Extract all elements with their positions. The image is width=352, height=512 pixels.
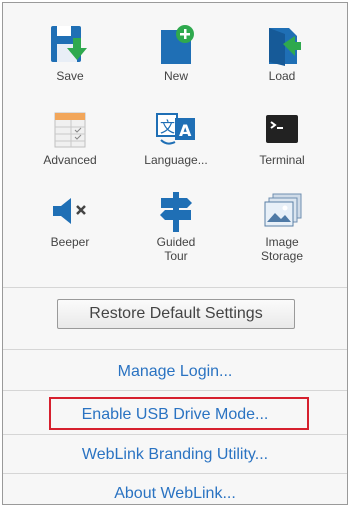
save-icon: [44, 23, 96, 67]
terminal-label: Terminal: [259, 153, 305, 167]
image-storage-tool[interactable]: Image Storage: [237, 189, 327, 269]
save-tool[interactable]: Save: [25, 23, 115, 103]
load-tool[interactable]: Load: [237, 23, 327, 103]
new-label: New: [163, 69, 188, 83]
guided-tour-tool[interactable]: Guided Tour: [131, 189, 221, 269]
manage-login-link[interactable]: Manage Login...: [3, 353, 347, 390]
beeper-tool[interactable]: Beeper: [25, 189, 115, 269]
divider: [3, 434, 347, 435]
load-label: Load: [268, 69, 296, 83]
restore-default-settings-button[interactable]: Restore Default Settings: [57, 299, 295, 329]
divider: [3, 473, 347, 474]
tools-menu-panel: Save New Load Advanced 文 A Language... T…: [2, 2, 348, 505]
language-icon: 文 A: [150, 107, 202, 151]
advanced-label: Advanced: [43, 153, 97, 167]
about-weblink-link[interactable]: About WebLink...: [3, 475, 347, 512]
guided-tour-signpost-icon: [150, 189, 202, 233]
guided-tour-label: Guided Tour: [156, 235, 196, 263]
image-storage-icon: [256, 189, 308, 233]
divider: [3, 390, 347, 391]
language-tool[interactable]: 文 A Language...: [131, 107, 221, 187]
restore-section: Restore Default Settings: [3, 289, 347, 339]
divider: [3, 287, 347, 288]
divider: [3, 349, 347, 350]
advanced-tool[interactable]: Advanced: [25, 107, 115, 187]
beeper-mute-icon: [44, 189, 96, 233]
image-storage-label: Image Storage: [260, 235, 304, 263]
highlight-box: [49, 397, 309, 430]
load-icon: [256, 23, 308, 67]
svg-text:文: 文: [160, 118, 175, 136]
svg-text:A: A: [179, 121, 192, 140]
save-label: Save: [56, 69, 84, 83]
beeper-label: Beeper: [50, 235, 90, 249]
new-tool[interactable]: New: [131, 23, 221, 103]
new-document-icon: [150, 23, 202, 67]
terminal-tool[interactable]: Terminal: [237, 107, 327, 187]
terminal-icon: [256, 107, 308, 151]
weblink-branding-utility-link[interactable]: WebLink Branding Utility...: [3, 436, 347, 473]
advanced-icon: [44, 107, 96, 151]
language-label: Language...: [144, 153, 208, 167]
tools-grid: Save New Load Advanced 文 A Language... T…: [3, 3, 347, 287]
